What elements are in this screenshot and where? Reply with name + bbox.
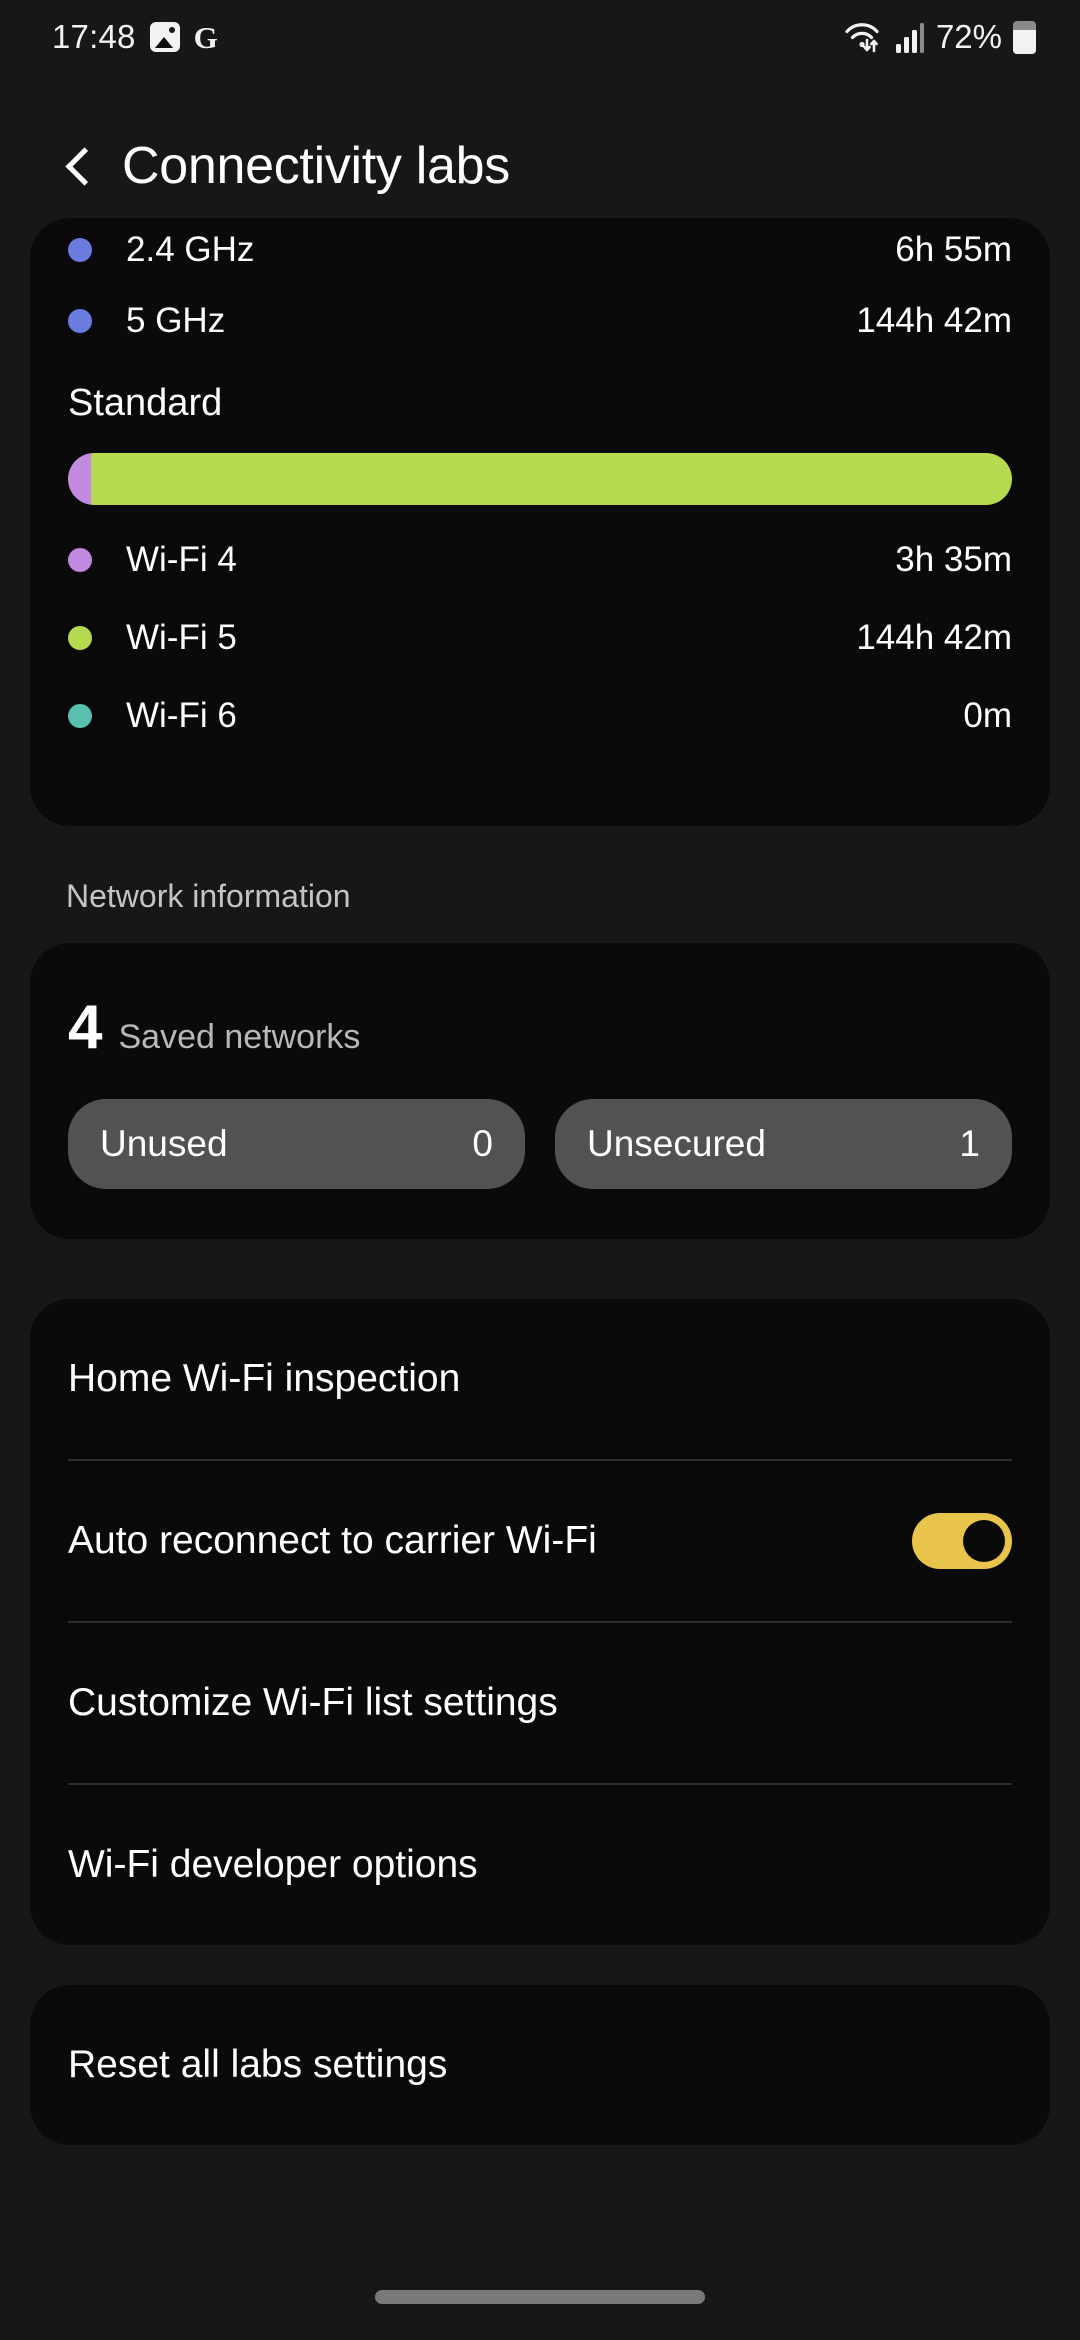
standard-label: Wi-Fi 4 — [126, 540, 237, 579]
standard-section-label: Standard — [68, 382, 223, 424]
band-label: 5 GHz — [126, 301, 226, 340]
reset-labs-settings-card[interactable]: Reset all labs settings — [30, 1985, 1050, 2145]
wifi-usage-card: 2.4 GHz 6h 55m 5 GHz 144h 42m Standard W… — [30, 218, 1050, 826]
navigation-bar — [0, 2254, 1080, 2340]
band-label: 2.4 GHz — [126, 230, 255, 269]
list-item-auto-reconnect-carrier-wifi[interactable]: Auto reconnect to carrier Wi-Fi — [30, 1461, 1050, 1621]
status-bar-left: 17:48 G — [52, 18, 218, 56]
list-item-reset-all-labs-settings[interactable]: Reset all labs settings — [30, 1985, 1050, 2145]
chip-value: 1 — [959, 1123, 980, 1164]
status-bar: 17:48 G 72% — [0, 0, 1080, 74]
chip-unsecured[interactable]: Unsecured 1 — [555, 1099, 1012, 1189]
page-title: Connectivity labs — [122, 137, 510, 195]
list-item-customize-wifi-list-settings[interactable]: Customize Wi-Fi list settings — [30, 1623, 1050, 1783]
auto-reconnect-toggle[interactable] — [912, 1513, 1012, 1569]
network-stat-chips: Unused 0 Unsecured 1 — [68, 1099, 1012, 1189]
bar-segment-wifi5 — [90, 453, 1012, 505]
battery-percent: 72% — [935, 18, 1002, 55]
standard-row-wifi6: Wi-Fi 6 0m — [30, 677, 1050, 755]
band-row-5ghz: 5 GHz 144h 42m — [30, 282, 1050, 360]
page-header: Connectivity labs — [0, 74, 1080, 240]
google-icon: G — [193, 19, 218, 55]
standard-row-wifi4: Wi-Fi 4 3h 35m — [30, 521, 1050, 599]
band-color-dot — [68, 238, 92, 262]
chip-value: 0 — [472, 1123, 493, 1164]
back-chevron-icon[interactable] — [60, 149, 94, 183]
list-item-wifi-developer-options[interactable]: Wi-Fi developer options — [30, 1785, 1050, 1945]
standard-label: Wi-Fi 5 — [126, 618, 237, 657]
battery-icon — [1013, 20, 1036, 54]
saved-networks-label: Saved networks — [118, 1018, 361, 1056]
saved-networks-count: 4 — [68, 993, 103, 1062]
list-item-label: Wi-Fi developer options — [68, 1843, 478, 1886]
status-time: 17:48 — [52, 18, 136, 55]
list-item-label: Auto reconnect to carrier Wi-Fi — [68, 1519, 597, 1562]
standard-row-wifi5: Wi-Fi 5 144h 42m — [30, 599, 1050, 677]
labs-settings-card: Home Wi-Fi inspection Auto reconnect to … — [30, 1299, 1050, 1945]
home-gesture-bar[interactable] — [375, 2290, 705, 2304]
status-bar-right: 72% — [844, 18, 1036, 56]
chip-label: Unsecured — [587, 1123, 766, 1164]
standard-value: 3h 35m — [895, 540, 1012, 579]
network-information-heading: Network information — [66, 878, 351, 914]
list-item-label: Home Wi-Fi inspection — [68, 1357, 461, 1400]
standard-label: Wi-Fi 6 — [126, 696, 237, 735]
saved-networks-summary: 4 Saved networks — [68, 997, 1012, 1059]
chip-unused[interactable]: Unused 0 — [68, 1099, 525, 1189]
standard-color-dot — [68, 548, 92, 572]
list-item-label: Reset all labs settings — [68, 2043, 448, 2086]
band-row-clipped: 2.4 GHz 6h 55m — [30, 218, 1050, 282]
wifi-transfer-icon — [845, 23, 879, 53]
standard-usage-bar — [68, 453, 1012, 505]
band-value: 6h 55m — [895, 230, 1012, 269]
network-information-card: 4 Saved networks Unused 0 Unsecured 1 — [30, 943, 1050, 1239]
list-item-label: Customize Wi-Fi list settings — [68, 1681, 558, 1724]
standard-color-dot — [68, 626, 92, 650]
image-icon — [149, 22, 180, 52]
standard-value: 144h 42m — [856, 618, 1012, 657]
bar-segment-wifi4 — [68, 453, 91, 505]
chip-label: Unused — [100, 1123, 228, 1164]
band-value: 144h 42m — [856, 301, 1012, 340]
standard-color-dot — [68, 704, 92, 728]
cellular-signal-icon — [895, 23, 924, 53]
list-item-home-wifi-inspection[interactable]: Home Wi-Fi inspection — [30, 1299, 1050, 1459]
toggle-knob — [963, 1520, 1005, 1562]
battery-fill — [1013, 29, 1036, 54]
standard-value: 0m — [963, 696, 1012, 735]
band-color-dot — [68, 309, 92, 333]
